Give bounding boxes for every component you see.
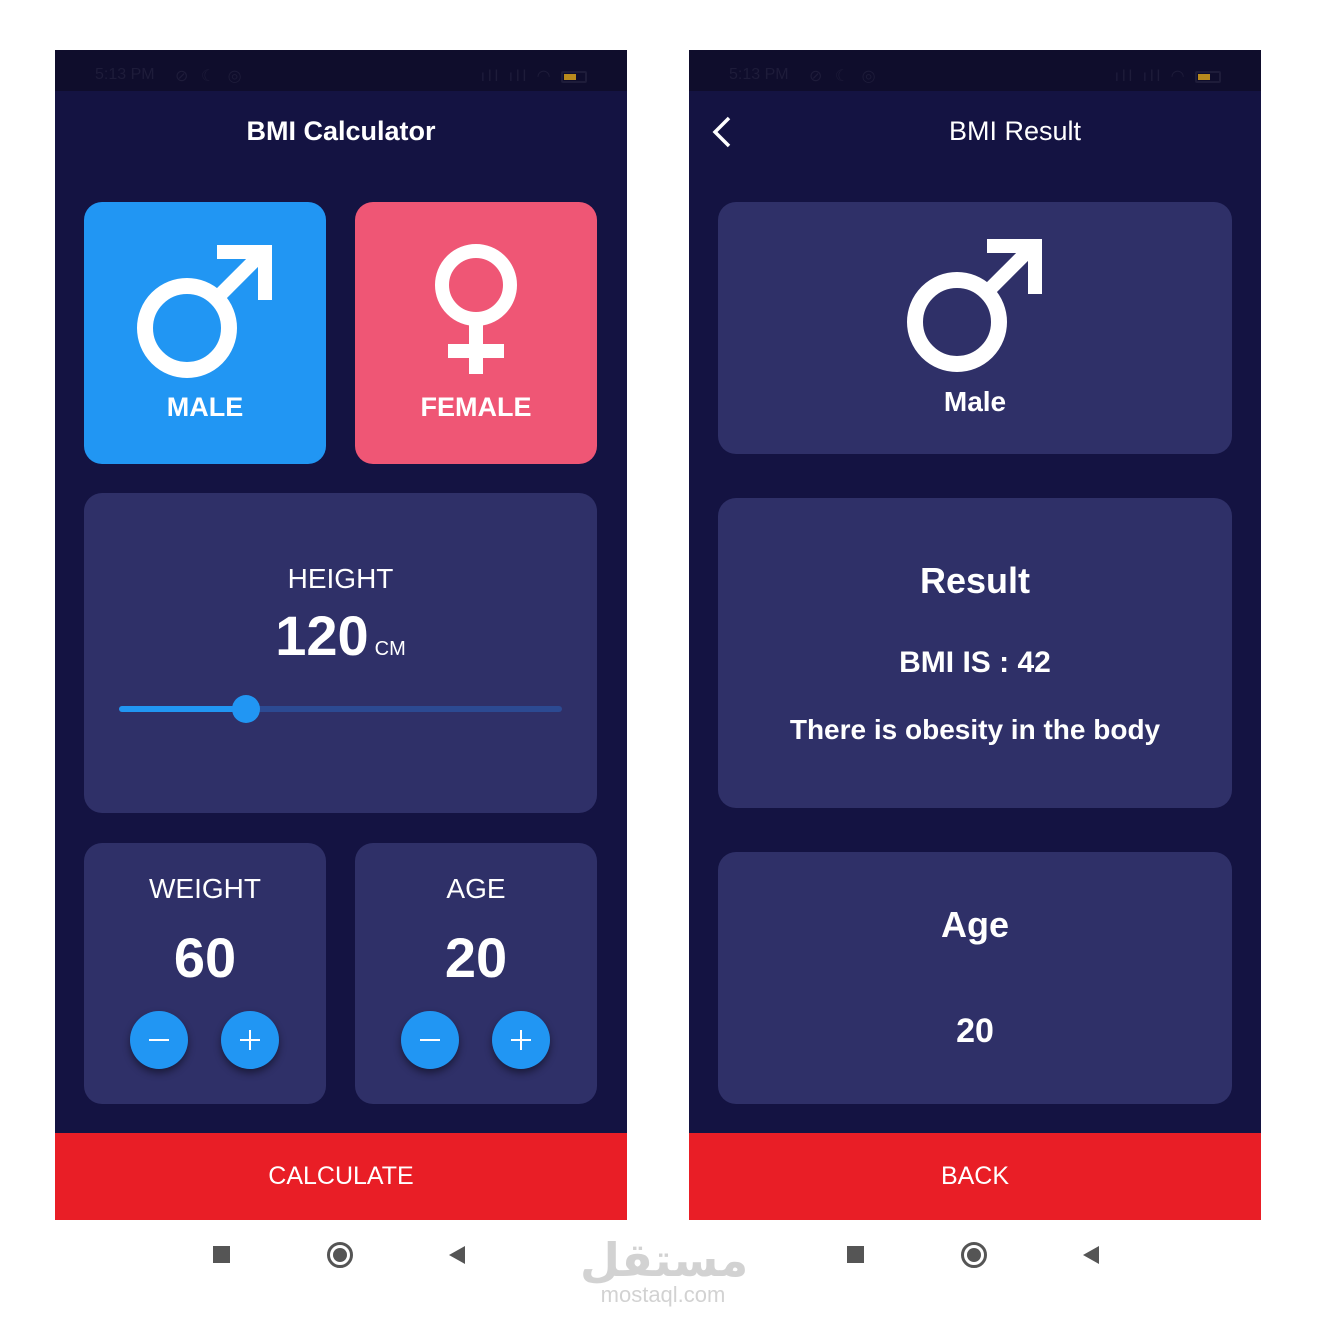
page-title: BMI Calculator bbox=[246, 116, 436, 146]
male-card[interactable]: MALE bbox=[84, 202, 326, 464]
nav-square-icon[interactable] bbox=[847, 1246, 864, 1263]
calculate-button[interactable]: CALCULATE bbox=[55, 1133, 627, 1220]
age-label: AGE bbox=[446, 873, 506, 904]
weight-minus-button[interactable] bbox=[130, 1011, 188, 1069]
result-age-card: Age 20 bbox=[718, 852, 1232, 1104]
height-label: HEIGHT bbox=[287, 563, 394, 594]
nav-bar-right bbox=[689, 1232, 1261, 1277]
height-value-row: 120 CM bbox=[84, 603, 597, 668]
result-heading: Result bbox=[919, 560, 1031, 601]
height-card: HEIGHT 120 CM bbox=[84, 493, 597, 813]
nav-back-icon[interactable] bbox=[449, 1246, 465, 1264]
female-label: FEMALE bbox=[420, 392, 532, 422]
age-plus-button[interactable] bbox=[492, 1011, 550, 1069]
age-value: 20 bbox=[444, 926, 508, 989]
result-age-value: 20 bbox=[956, 1012, 994, 1050]
status-notification-icons: ⊘ ☾ ◎ bbox=[175, 68, 246, 85]
male-symbol-icon bbox=[137, 245, 272, 378]
height-slider[interactable] bbox=[119, 695, 562, 723]
nav-bar-left bbox=[55, 1232, 627, 1277]
status-signal-icons: ıll ıll ◠ bbox=[481, 66, 587, 86]
status-bar: 5:13 PM ⊘ ☾ ◎ ıll ıll ◠ bbox=[55, 50, 627, 91]
weight-card: WEIGHT 60 bbox=[84, 843, 326, 1104]
height-unit: CM bbox=[374, 638, 406, 660]
age-card: AGE 20 bbox=[355, 843, 597, 1104]
female-card[interactable]: FEMALE bbox=[355, 202, 597, 464]
nav-home-icon[interactable] bbox=[961, 1242, 987, 1268]
calculator-screen: 5:13 PM ⊘ ☾ ◎ ıll ıll ◠ BMI Calculator M… bbox=[55, 50, 627, 1220]
status-time: 5:13 PM bbox=[729, 66, 789, 83]
status-signal-icons: ıll ıll ◠ bbox=[1115, 66, 1221, 86]
nav-square-icon[interactable] bbox=[213, 1246, 230, 1263]
bmi-message: There is obesity in the body bbox=[789, 714, 1161, 745]
height-value: 120 bbox=[275, 604, 369, 667]
battery-icon bbox=[561, 70, 587, 83]
page-title-text: BMI Result bbox=[948, 116, 1082, 146]
result-gender-card: Male bbox=[718, 202, 1232, 454]
male-label: MALE bbox=[166, 392, 244, 422]
result-screen: 5:13 PM ⊘ ☾ ◎ ıll ıll ◠ BMI Result Male … bbox=[689, 50, 1261, 1220]
status-time: 5:13 PM bbox=[95, 66, 155, 83]
battery-icon bbox=[1195, 70, 1221, 83]
age-minus-button[interactable] bbox=[401, 1011, 459, 1069]
bmi-value-text: BMI IS : 42 bbox=[899, 646, 1051, 679]
watermark-arabic: مستقل bbox=[580, 1233, 749, 1287]
weight-value: 60 bbox=[173, 926, 237, 989]
result-gender-label: Male bbox=[943, 386, 1007, 417]
result-card: Result BMI IS : 42 There is obesity in t… bbox=[718, 498, 1232, 808]
result-age-heading: Age bbox=[940, 904, 1009, 945]
nav-home-icon[interactable] bbox=[327, 1242, 353, 1268]
back-button[interactable]: BACK bbox=[689, 1133, 1261, 1220]
nav-back-icon[interactable] bbox=[1083, 1246, 1099, 1264]
weight-label: WEIGHT bbox=[149, 873, 261, 904]
watermark-latin: mostaql.com bbox=[600, 1282, 726, 1307]
status-notification-icons: ⊘ ☾ ◎ bbox=[809, 68, 880, 85]
page-title: BMI Result bbox=[689, 116, 1261, 147]
status-bar: 5:13 PM ⊘ ☾ ◎ ıll ıll ◠ bbox=[689, 50, 1261, 91]
weight-plus-button[interactable] bbox=[221, 1011, 279, 1069]
height-slider-fill bbox=[119, 706, 246, 712]
female-symbol-icon bbox=[435, 244, 517, 374]
height-slider-thumb[interactable] bbox=[231, 695, 260, 723]
male-symbol-icon bbox=[907, 239, 1042, 372]
watermark: مستقل mostaql.com bbox=[580, 1233, 749, 1307]
